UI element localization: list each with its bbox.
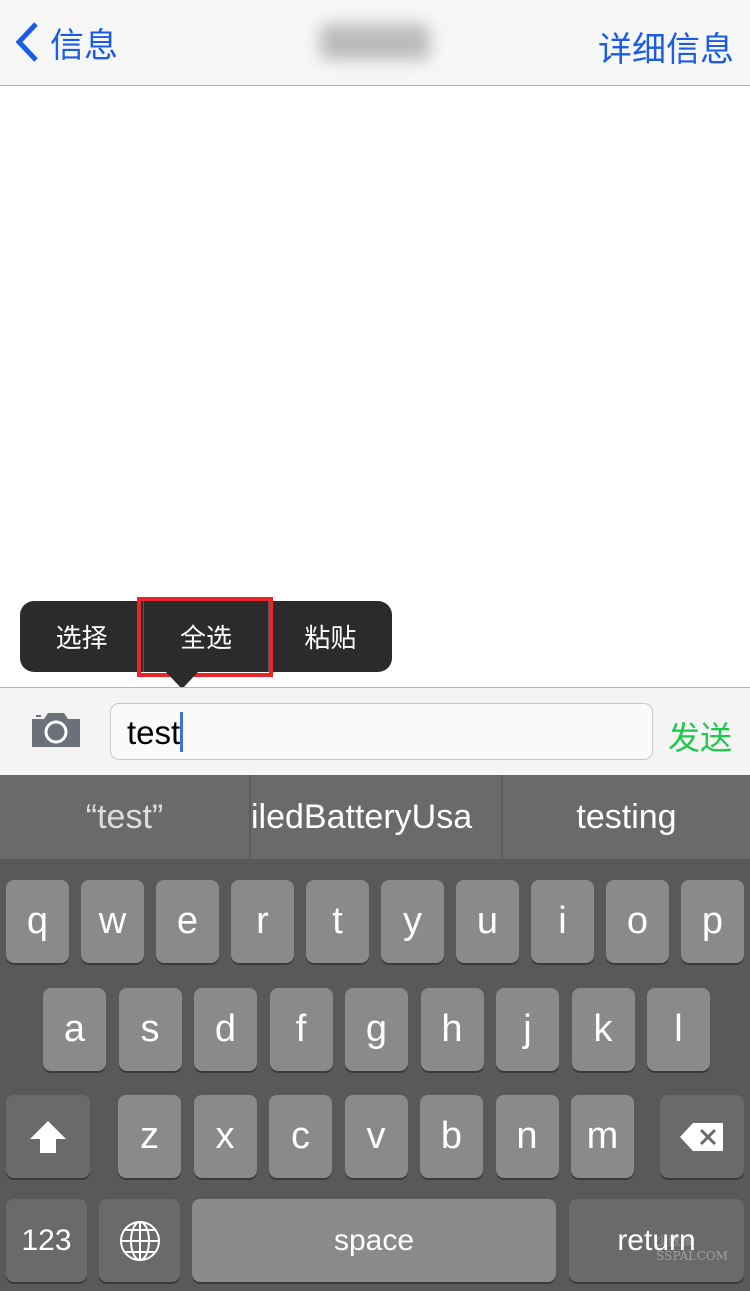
- key-g[interactable]: g: [345, 988, 408, 1071]
- key-u[interactable]: u: [456, 880, 519, 963]
- key-s[interactable]: s: [118, 988, 182, 1071]
- chevron-left-icon: [15, 22, 38, 62]
- globe-key[interactable]: [99, 1199, 180, 1282]
- key-o[interactable]: o: [606, 880, 669, 963]
- key-v[interactable]: v: [344, 1095, 408, 1178]
- key-d[interactable]: d: [194, 988, 257, 1071]
- key-i[interactable]: i: [531, 880, 594, 963]
- key-w[interactable]: w: [81, 880, 144, 963]
- key-a[interactable]: a: [43, 988, 106, 1071]
- key-p[interactable]: p: [681, 880, 744, 963]
- watermark-logo: 少数派 SSPAI.COM: [656, 1234, 728, 1263]
- key-c[interactable]: c: [269, 1095, 332, 1178]
- message-input[interactable]: test: [110, 703, 653, 760]
- blurred-contact-title: [320, 24, 430, 60]
- text-caret: [180, 712, 184, 753]
- space-key[interactable]: space: [192, 1199, 556, 1282]
- menu-item-select[interactable]: 选择: [20, 601, 143, 672]
- key-m[interactable]: m: [571, 1095, 634, 1178]
- camera-button[interactable]: [30, 711, 82, 754]
- details-button[interactable]: 详细信息: [598, 22, 734, 71]
- key-r[interactable]: r: [231, 880, 294, 963]
- key-x[interactable]: x: [193, 1095, 257, 1178]
- shift-icon: [30, 1120, 66, 1153]
- highlight-box: [137, 597, 273, 677]
- key-j[interactable]: j: [496, 988, 559, 1071]
- send-button[interactable]: 发送: [668, 713, 732, 759]
- key-q[interactable]: q: [6, 880, 69, 963]
- backspace-icon: [680, 1122, 723, 1151]
- key-k[interactable]: k: [571, 988, 635, 1071]
- key-f[interactable]: f: [269, 988, 333, 1071]
- suggestion-item[interactable]: iledBatteryUsa: [249, 775, 501, 859]
- suggestion-item[interactable]: “test”: [0, 775, 249, 859]
- navigation-bar: 信息 详细信息: [0, 0, 750, 86]
- key-b[interactable]: b: [420, 1095, 483, 1178]
- key-n[interactable]: n: [495, 1095, 559, 1178]
- key-l[interactable]: l: [647, 988, 710, 1071]
- key-t[interactable]: t: [306, 880, 369, 963]
- message-text: test: [127, 714, 181, 751]
- menu-item-paste[interactable]: 粘贴: [267, 601, 392, 672]
- suggestion-bar: “test” iledBatteryUsa testing: [0, 775, 750, 859]
- delete-key[interactable]: [660, 1095, 744, 1178]
- camera-icon: [32, 713, 80, 747]
- back-label: 信息: [50, 26, 118, 65]
- key-e[interactable]: e: [156, 880, 219, 963]
- globe-icon: [119, 1220, 160, 1261]
- back-button[interactable]: 信息: [14, 20, 118, 65]
- key-y[interactable]: y: [381, 880, 444, 963]
- key-z[interactable]: z: [118, 1095, 181, 1178]
- key-h[interactable]: h: [420, 988, 484, 1071]
- numbers-key[interactable]: 123: [6, 1199, 87, 1282]
- shift-key[interactable]: [6, 1095, 90, 1178]
- suggestion-item[interactable]: testing: [501, 775, 750, 859]
